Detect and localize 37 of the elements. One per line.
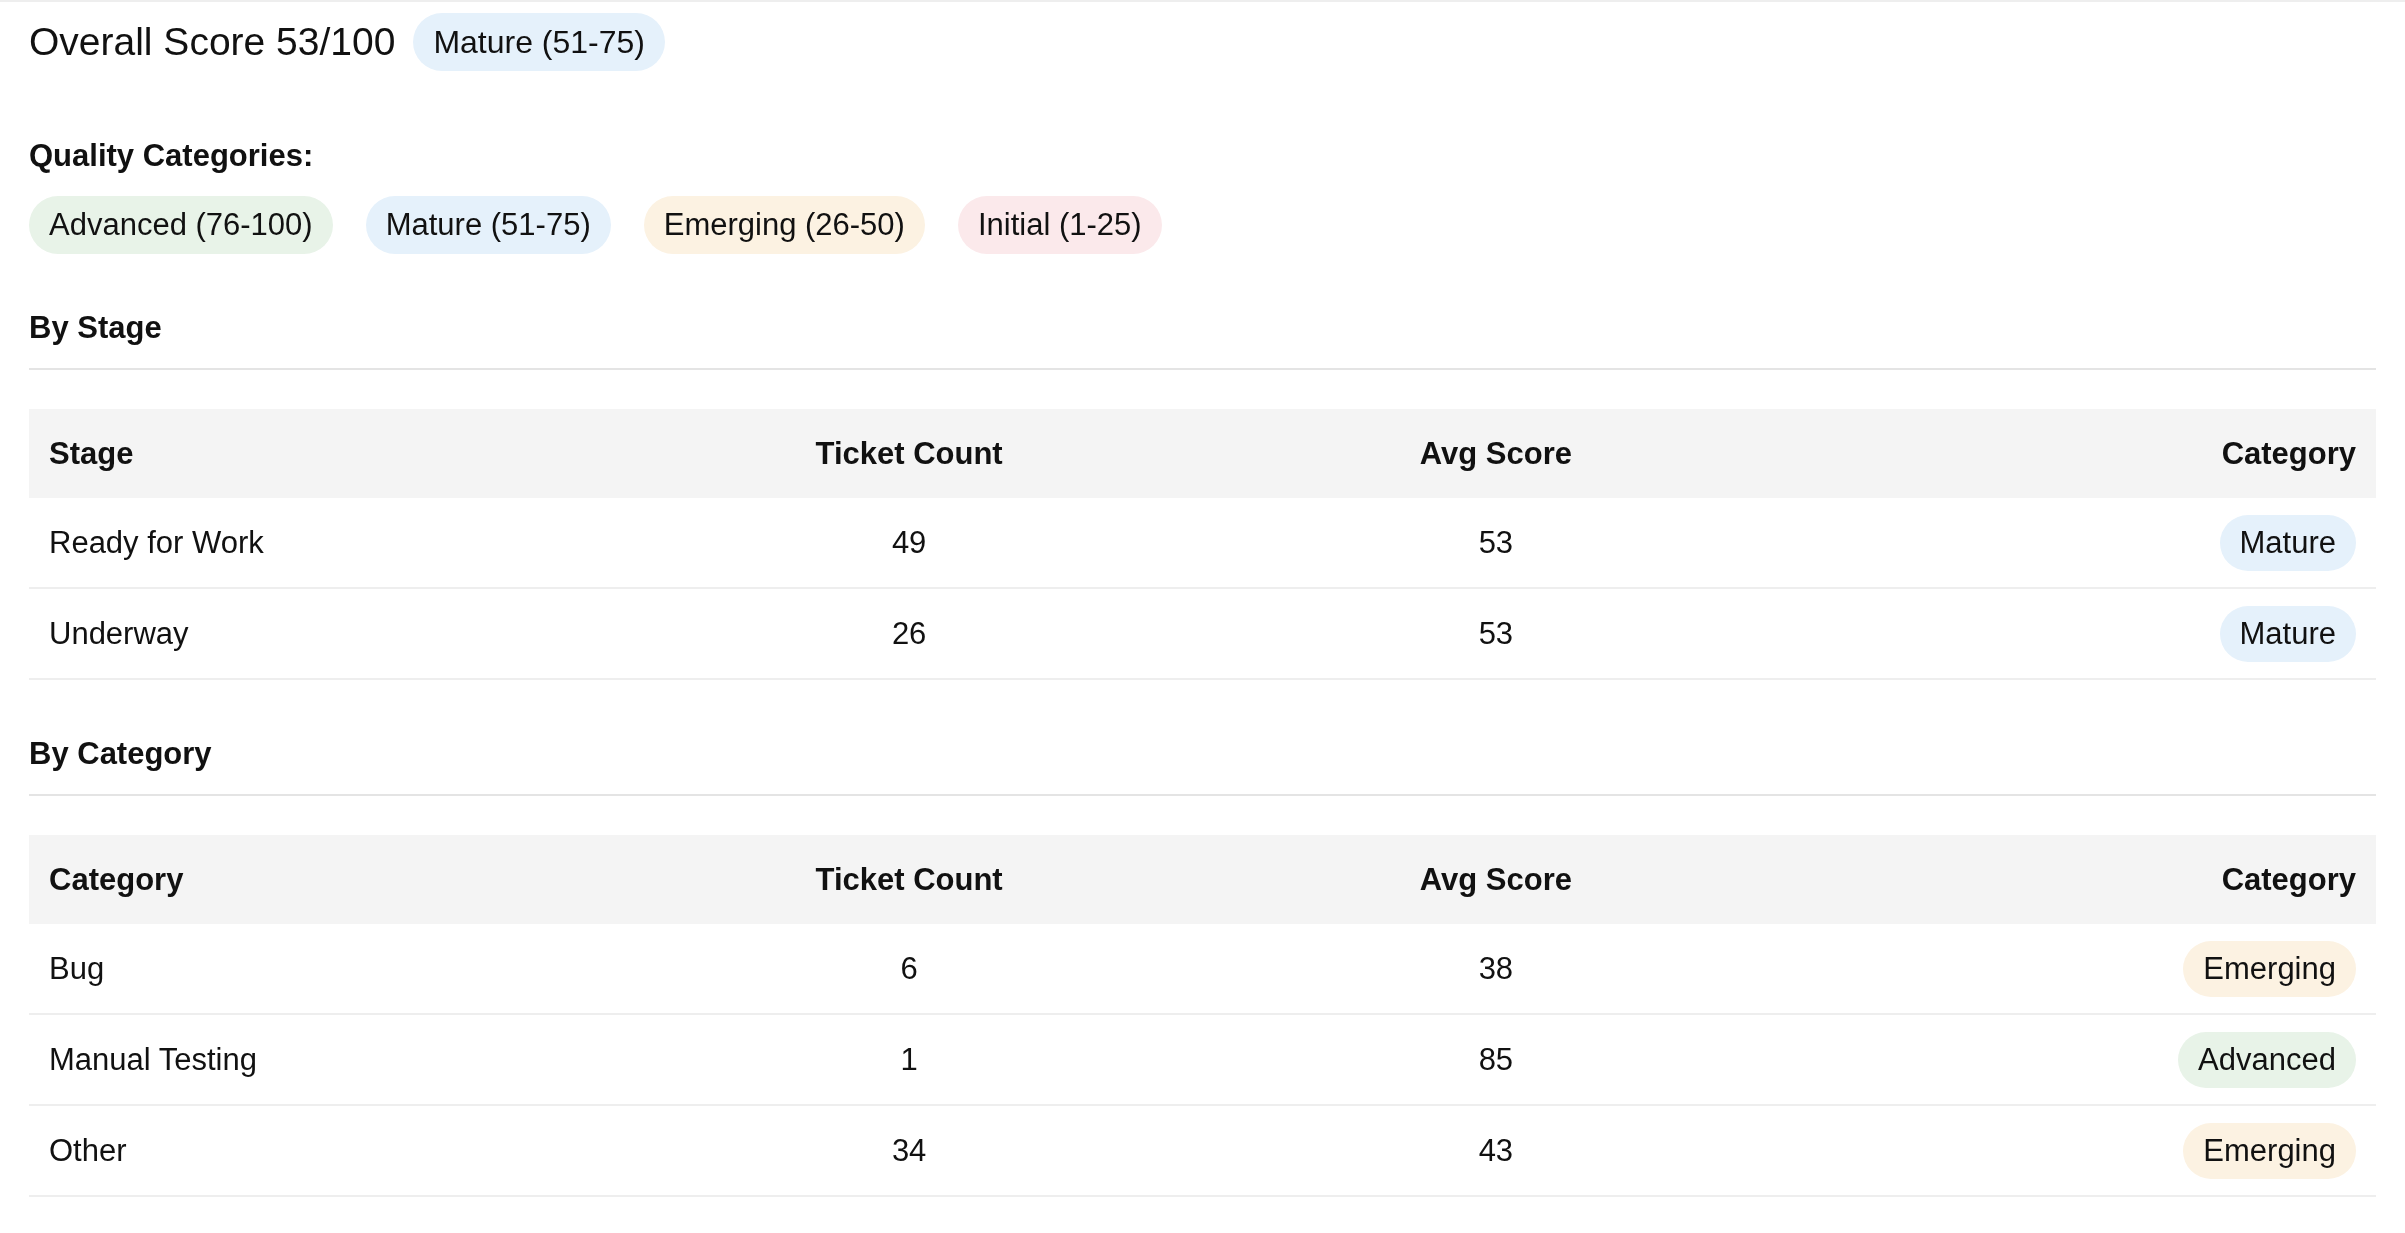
section-heading: By Category: [29, 736, 2376, 796]
table-cell-text: 53: [1477, 524, 1515, 561]
table-cell-text: 43: [1477, 1132, 1515, 1169]
table-cell-text: 6: [899, 950, 919, 987]
column-header: Category: [48, 861, 185, 898]
category-badge: Emerging: [2183, 940, 2356, 997]
category-badge: Emerging: [2183, 1122, 2356, 1179]
category-badge: Mature: [2219, 605, 2356, 662]
category-legend-badge: Mature (51-75): [365, 196, 611, 254]
section-heading: By Stage: [29, 310, 2376, 370]
category-legend-badge: Emerging (26-50): [643, 196, 925, 254]
table-cell-text: 1: [899, 1041, 919, 1078]
category-legend-badge: Initial (1-25): [957, 196, 1162, 254]
category-badge: Mature: [2219, 514, 2356, 571]
table-cell-text: Manual Testing: [48, 1041, 258, 1078]
category-legend-badge: Advanced (76-100): [29, 196, 333, 254]
table-cell-text: 26: [890, 615, 928, 652]
overall-score-title: Overall Score 53/100: [29, 20, 396, 64]
column-header: Category: [2220, 861, 2357, 898]
table-cell-text: 53: [1477, 615, 1515, 652]
column-header: Category: [2220, 435, 2357, 472]
table-cell-text: 49: [890, 524, 928, 561]
column-header: Ticket Count: [814, 861, 1004, 898]
legend-label: Quality Categories:: [29, 138, 315, 174]
table-cell-text: Bug: [48, 950, 106, 987]
table-cell-text: 38: [1477, 950, 1515, 987]
table-cell-text: 34: [890, 1132, 928, 1169]
column-header: Stage: [48, 435, 135, 472]
category-badge: Advanced: [2178, 1031, 2356, 1088]
table-cell-text: Underway: [48, 615, 190, 652]
table-cell-text: Other: [48, 1132, 128, 1169]
category-badge: Mature (51-75): [413, 13, 665, 71]
column-header: Avg Score: [1418, 861, 1573, 898]
column-header: Ticket Count: [814, 435, 1004, 472]
table-cell-text: Ready for Work: [48, 524, 265, 561]
table-cell-text: 85: [1477, 1041, 1515, 1078]
column-header: Avg Score: [1418, 435, 1573, 472]
